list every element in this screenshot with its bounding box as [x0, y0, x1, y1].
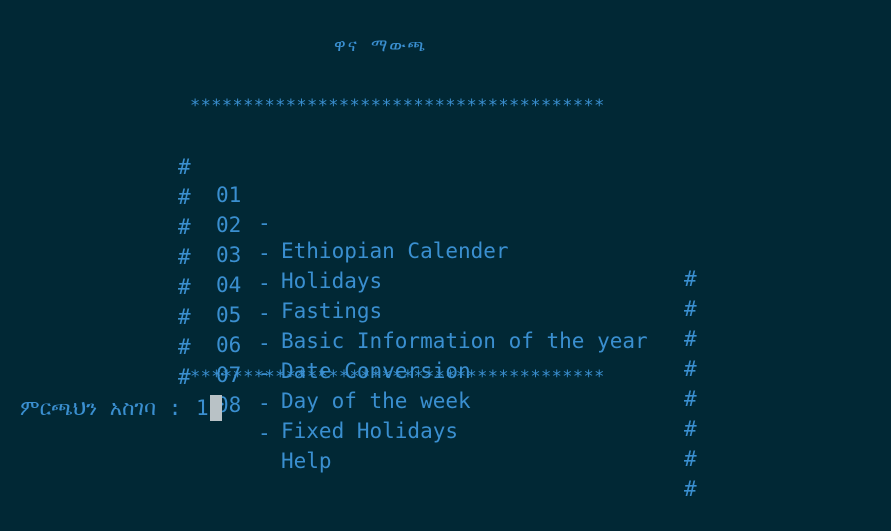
border-hash-right: # — [684, 387, 697, 411]
menu-item-separator: - — [258, 391, 271, 415]
menu-item-07: # 07 - Fixed Holidays # — [178, 305, 702, 471]
text-cursor — [209, 395, 222, 421]
menu-item-separator: - — [258, 421, 271, 445]
menu-item-label: Help — [281, 449, 332, 473]
menu-item-06: # 06 - Day of the week # — [178, 275, 702, 441]
menu-border-bottom: *************************************** — [190, 367, 605, 387]
terminal-window[interactable]: ዋና ማውጫ *********************************… — [0, 0, 891, 513]
choice-input-value[interactable]: 1 — [196, 394, 209, 422]
menu-item-03: # 03 - Fastings # — [178, 185, 702, 351]
menu-item-02: # 02 - Holidays # — [178, 155, 702, 321]
prompt-label: ምርጫህን አስገባ : — [20, 396, 194, 420]
border-hash-right: # — [684, 447, 697, 471]
menu-item-08: # 08 - Help # — [178, 335, 702, 501]
menu-item-05: # 05 - Date Conversion # — [178, 245, 702, 411]
border-hash-left: # — [178, 365, 191, 389]
menu-item-04: # 04 - Basic Information of the year # — [178, 215, 702, 381]
menu-item-label: Day of the week — [281, 389, 471, 413]
menu-item-label: Fixed Holidays — [281, 419, 459, 443]
choice-prompt[interactable]: ምርጫህን አስገባ : 1 — [20, 394, 222, 422]
menu-title: ዋና ማውጫ — [334, 36, 428, 56]
menu-border-top: *************************************** — [190, 96, 605, 116]
border-hash-right: # — [684, 477, 697, 501]
border-hash-right: # — [684, 417, 697, 441]
menu-item-01: # 01 - Ethiopian Calender # — [178, 125, 702, 291]
